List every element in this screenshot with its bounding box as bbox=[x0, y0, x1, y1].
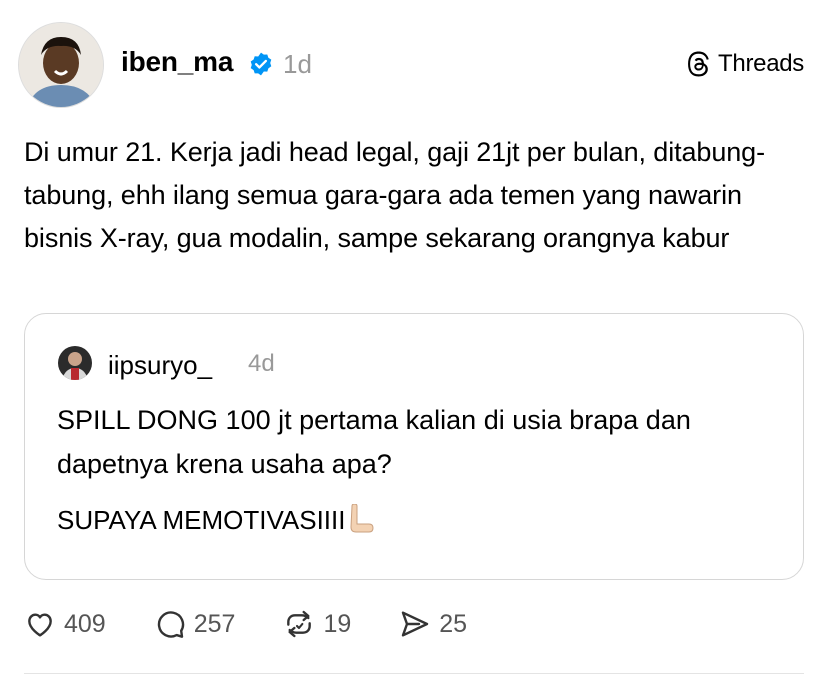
heart-icon[interactable] bbox=[24, 608, 56, 640]
quoted-post-text-2-label: SUPAYA MEMOTIVASIIII bbox=[57, 505, 346, 535]
author-username[interactable]: iben_ma bbox=[121, 46, 233, 78]
send-icon[interactable] bbox=[399, 608, 431, 640]
quoted-avatar-image bbox=[58, 346, 92, 380]
share-count: 25 bbox=[439, 609, 468, 638]
raised-hand-emoji-icon bbox=[350, 504, 374, 533]
repost-action[interactable]: 19 bbox=[283, 608, 351, 640]
reply-count: 257 bbox=[193, 609, 236, 638]
repost-icon[interactable] bbox=[283, 608, 315, 640]
post-text: Di umur 21. Kerja jadi head legal, gaji … bbox=[24, 137, 765, 253]
comment-icon[interactable] bbox=[154, 608, 186, 640]
quoted-post-text-2: SUPAYA MEMOTIVASIIII bbox=[57, 500, 375, 540]
like-action[interactable]: 409 bbox=[24, 608, 106, 640]
threads-brand: Threads bbox=[686, 50, 804, 78]
quoted-post-time: 4d bbox=[248, 350, 275, 377]
threads-brand-label: Threads bbox=[718, 50, 804, 77]
quoted-author-avatar[interactable] bbox=[58, 346, 92, 380]
author-avatar[interactable] bbox=[18, 22, 104, 108]
post-actions: 409 257 19 25 bbox=[24, 608, 515, 640]
bottom-divider bbox=[24, 673, 804, 674]
post-time: 1d bbox=[283, 49, 312, 79]
threads-logo-icon bbox=[688, 51, 709, 77]
like-count: 409 bbox=[64, 609, 106, 638]
post-header: iben_ma 1d Threads bbox=[0, 0, 828, 120]
quoted-post[interactable]: iipsuryo_ 4d SPILL DONG 100 jt pertama k… bbox=[24, 313, 804, 580]
share-action[interactable]: 25 bbox=[399, 608, 467, 640]
reply-action[interactable]: 257 bbox=[154, 608, 236, 640]
quoted-post-text: SPILL DONG 100 jt pertama kalian di usia… bbox=[57, 405, 691, 479]
quoted-author-username[interactable]: iipsuryo_ bbox=[108, 350, 212, 381]
repost-count: 19 bbox=[323, 609, 352, 638]
avatar-image bbox=[19, 23, 103, 107]
verified-badge-icon bbox=[250, 52, 272, 76]
